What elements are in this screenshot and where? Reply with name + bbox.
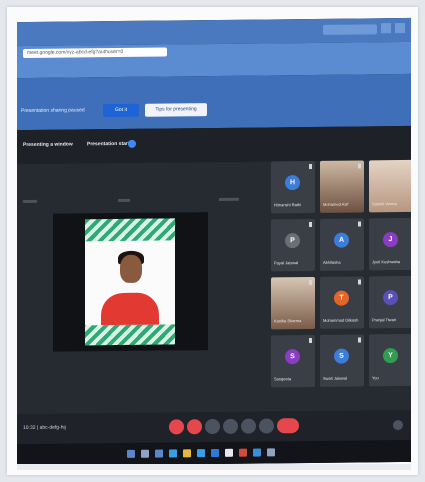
camera-off-button[interactable]: [187, 419, 202, 435]
mic-off-button[interactable]: [169, 419, 184, 435]
photo-border: [17, 464, 411, 470]
chrome-icon[interactable]: [239, 448, 247, 457]
minimize-icon[interactable]: [381, 23, 391, 34]
sharing-banner: Presentation sharing paused Got it Tips …: [17, 73, 411, 131]
participant-tile[interactable]: J Jyoti Kushwaha: [369, 217, 411, 271]
address-bar-area: meet.google.com/xyz-abcd-efg?authuser=0: [17, 41, 411, 79]
folder-icon[interactable]: [183, 449, 191, 458]
participant-tile[interactable]: Mohamed Asif: [320, 160, 364, 213]
present-button[interactable]: [241, 418, 256, 434]
url-field[interactable]: meet.google.com/xyz-abcd-efg?authuser=0: [23, 47, 167, 59]
mic-off-icon: [358, 163, 361, 169]
participant-name: Mohammad Dilkash: [323, 317, 359, 323]
start-icon[interactable]: [127, 449, 135, 458]
participant-tile[interactable]: Y You: [369, 333, 411, 387]
avatar: J: [383, 232, 398, 248]
participant-name: Jyoti Kushwaha: [372, 259, 401, 265]
avatar: S: [285, 349, 300, 365]
person-face: [120, 254, 142, 283]
participant-tile[interactable]: H Himanshi Rathi: [271, 160, 315, 214]
participant-tile[interactable]: S Swati Jaiswal: [320, 334, 364, 387]
mic-off-icon: [309, 163, 312, 170]
presented-video: [53, 212, 208, 352]
avatar: H: [285, 175, 300, 191]
participant-name: Kanika Sharma: [274, 318, 302, 324]
participant-name: Payal Jaiswal: [274, 260, 299, 266]
got-it-button[interactable]: Got it: [103, 103, 139, 118]
mic-off-icon: [309, 279, 312, 286]
more-options-button[interactable]: [259, 418, 274, 434]
participant-name: Pranjal Tiwari: [372, 317, 397, 323]
search-icon[interactable]: [141, 449, 149, 458]
mic-off-icon: [358, 221, 361, 227]
avatar: A: [334, 232, 349, 248]
mic-off-icon: [309, 221, 312, 228]
participant-tile[interactable]: T Mohammad Dilkash: [320, 276, 364, 329]
avatar: T: [334, 290, 349, 306]
raise-hand-button[interactable]: [223, 418, 238, 434]
meeting-infobar: Presenting a window Presentation starts: [17, 125, 411, 165]
participant-name: Abhilasha: [323, 259, 341, 265]
participant-tile[interactable]: S Sangeeta: [271, 334, 315, 388]
mic-off-icon: [309, 337, 312, 344]
avatar: Y: [383, 348, 398, 364]
participant-tile[interactable]: A Abhilasha: [320, 218, 364, 271]
tips-button[interactable]: Tips for presenting: [145, 103, 207, 117]
store-icon[interactable]: [197, 449, 205, 458]
mic-off-icon: [358, 337, 361, 343]
captions-button[interactable]: [205, 418, 220, 435]
os-taskbar: [17, 439, 411, 467]
participant-tile[interactable]: Sakshi Verma: [369, 159, 411, 213]
avatar: P: [285, 233, 300, 249]
participant-name: Mohamed Asif: [323, 201, 349, 207]
participant-tile[interactable]: P Payal Jaiswal: [271, 218, 315, 272]
participant-name: Sangeeta: [274, 376, 292, 382]
participant-name: Himanshi Rathi: [274, 202, 302, 208]
close-icon[interactable]: [395, 22, 405, 34]
avatar: P: [383, 290, 398, 306]
mic-off-icon: [358, 279, 361, 285]
mail-icon[interactable]: [211, 448, 219, 458]
info-button[interactable]: [393, 420, 403, 431]
taskview-icon[interactable]: [155, 449, 163, 458]
participant-video: [85, 218, 175, 346]
meeting-time-code: 10:32 | abc-defg-hij: [23, 424, 66, 432]
video-background: [85, 240, 175, 326]
participant-tile[interactable]: Kanika Sharma: [271, 276, 315, 330]
person-shirt: [101, 292, 159, 326]
present-icon[interactable]: [128, 139, 136, 148]
participant-name: Sakshi Verma: [372, 201, 397, 207]
call-controls: 10:32 | abc-defg-hij: [17, 409, 411, 445]
participant-grid: H Himanshi Rathi Mohamed Asif Sakshi Ver…: [271, 159, 411, 403]
active-tab[interactable]: [323, 24, 377, 35]
edge-icon[interactable]: [169, 449, 177, 458]
monitor-screen: meet.google.com/xyz-abcd-efg?authuser=0 …: [17, 17, 411, 467]
end-call-button[interactable]: [277, 418, 299, 434]
participant-tile[interactable]: P Pranjal Tiwari: [369, 275, 411, 329]
participant-name: You: [372, 375, 379, 381]
presenting-label: Presenting a window: [23, 141, 73, 149]
app-icon[interactable]: [253, 448, 261, 457]
app-icon[interactable]: [225, 448, 233, 457]
avatar: S: [334, 348, 349, 364]
meeting-main: H Himanshi Rathi Mohamed Asif Sakshi Ver…: [17, 159, 411, 467]
app-icon[interactable]: [267, 448, 275, 457]
banner-message: Presentation sharing paused: [21, 107, 85, 115]
presenter-label: Presentation starts: [87, 140, 133, 148]
participant-name: Swati Jaiswal: [323, 375, 348, 381]
stage-header: [23, 197, 239, 204]
